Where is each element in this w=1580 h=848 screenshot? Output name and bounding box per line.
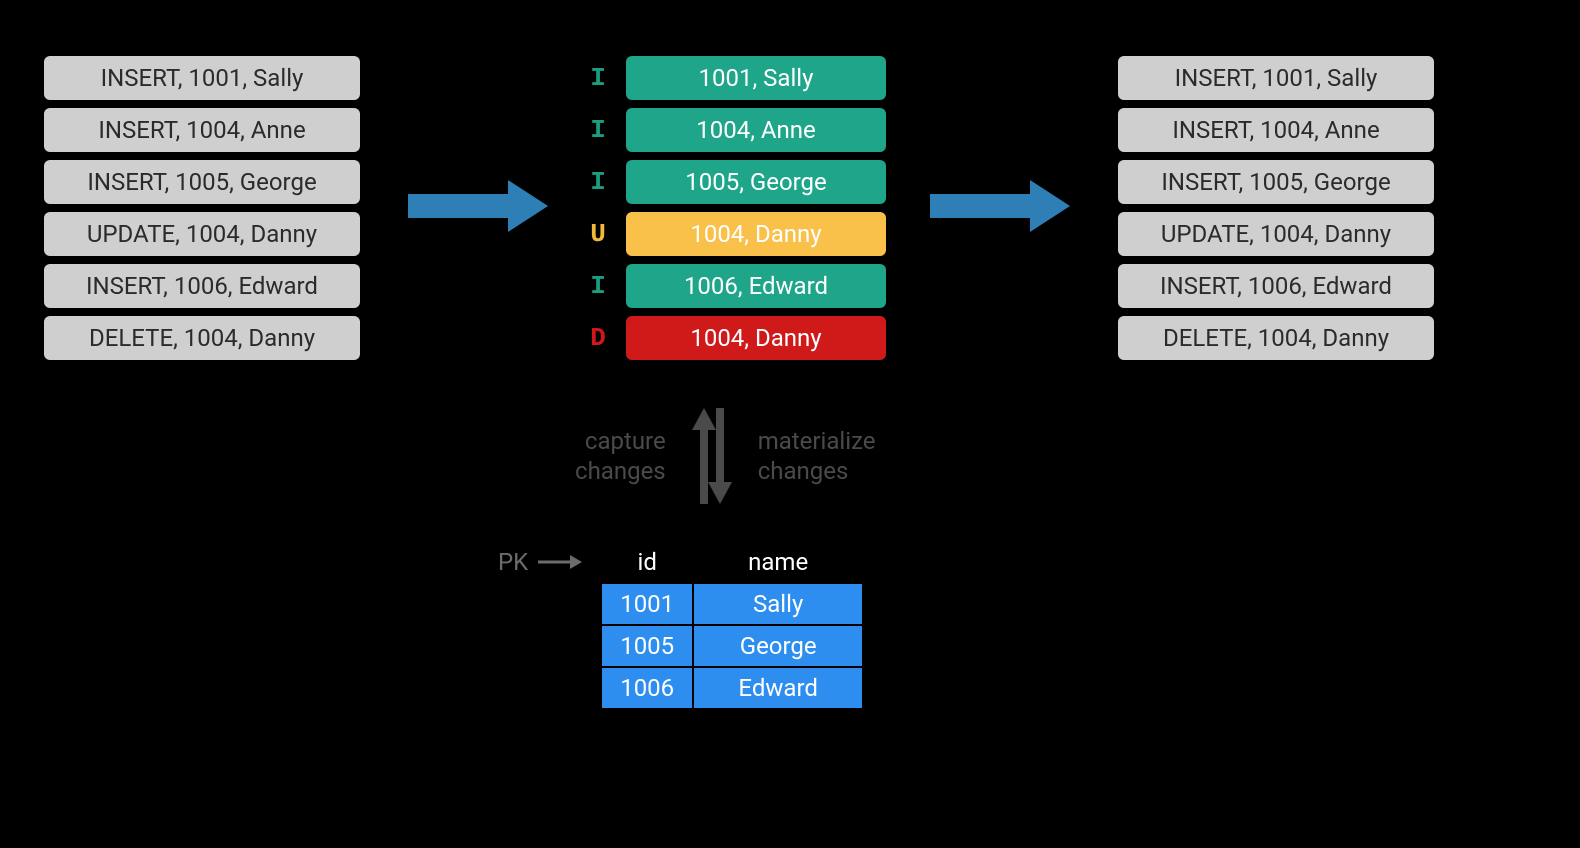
op-pill: 1001, Sally [626, 56, 886, 100]
stream-event: UPDATE, 1004, Danny [1118, 212, 1434, 256]
stream-event: INSERT, 1005, George [44, 160, 360, 204]
result-table-block: PK id name 1001 Sally 1005 Georg [498, 540, 864, 710]
capture-changes-label: capture changes [575, 426, 666, 486]
stream-event: INSERT, 1005, George [1118, 160, 1434, 204]
op-row: I 1004, Anne [586, 108, 886, 152]
table-row: 1006 Edward [601, 667, 863, 709]
left-stream-column: INSERT, 1001, Sally INSERT, 1004, Anne I… [44, 56, 360, 360]
op-letter-insert: I [586, 115, 610, 145]
stream-event: DELETE, 1004, Danny [1118, 316, 1434, 360]
stream-event: INSERT, 1001, Sally [1118, 56, 1434, 100]
table-row: 1005 George [601, 625, 863, 667]
table-row: 1001 Sally [601, 583, 863, 625]
stream-event: INSERT, 1001, Sally [44, 56, 360, 100]
result-table: id name 1001 Sally 1005 George 1006 Edwa… [600, 540, 864, 710]
arrow-right-icon [930, 180, 1070, 236]
op-pill: 1004, Danny [626, 316, 886, 360]
stream-event: DELETE, 1004, Danny [44, 316, 360, 360]
table-header-id: id [601, 541, 693, 583]
center-ops-column: I 1001, Sally I 1004, Anne I 1005, Georg… [586, 56, 886, 360]
op-letter-update: U [586, 219, 610, 249]
op-letter-insert: I [586, 271, 610, 301]
op-pill: 1004, Danny [626, 212, 886, 256]
op-row: I 1006, Edward [586, 264, 886, 308]
arrow-right-small-icon [538, 553, 582, 571]
exchange-arrows-icon [682, 408, 742, 504]
op-row: U 1004, Danny [586, 212, 886, 256]
stream-event: INSERT, 1004, Anne [44, 108, 360, 152]
arrow-right-icon [408, 180, 548, 236]
exchange-block: capture changes materialize changes [575, 408, 876, 504]
right-stream-column: INSERT, 1001, Sally INSERT, 1004, Anne I… [1118, 56, 1434, 360]
op-letter-delete: D [586, 323, 610, 353]
op-pill: 1005, George [626, 160, 886, 204]
stream-event: INSERT, 1006, Edward [44, 264, 360, 308]
pk-label: PK [498, 548, 582, 576]
op-letter-insert: I [586, 167, 610, 197]
op-pill: 1004, Anne [626, 108, 886, 152]
stream-event: UPDATE, 1004, Danny [44, 212, 360, 256]
op-letter-insert: I [586, 63, 610, 93]
op-row: D 1004, Danny [586, 316, 886, 360]
stream-event: INSERT, 1004, Anne [1118, 108, 1434, 152]
op-row: I 1001, Sally [586, 56, 886, 100]
stream-event: INSERT, 1006, Edward [1118, 264, 1434, 308]
op-pill: 1006, Edward [626, 264, 886, 308]
op-row: I 1005, George [586, 160, 886, 204]
table-header-name: name [693, 541, 863, 583]
materialize-changes-label: materialize changes [758, 426, 876, 486]
